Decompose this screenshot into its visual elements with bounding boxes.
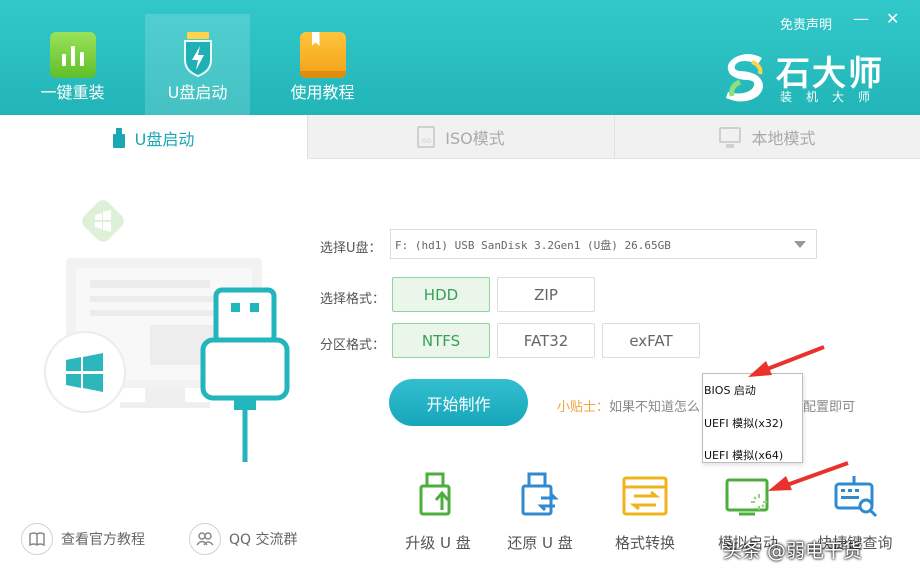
iso-file-icon: [417, 126, 436, 148]
chevron-down-icon: [794, 241, 806, 248]
tab-label: ISO模式: [445, 129, 505, 148]
tab-label: U盘启动: [134, 129, 195, 149]
shield-bolt-icon: [183, 32, 212, 77]
watermark: 头条 @弱电干货: [723, 540, 863, 562]
tab-local-mode[interactable]: 本地模式: [614, 115, 920, 159]
nav-one-key-reinstall[interactable]: 一键重装: [20, 18, 125, 115]
tool-format-convert[interactable]: 格式转换: [600, 470, 690, 552]
close-button[interactable]: ✕: [886, 10, 899, 28]
minimize-button[interactable]: —: [853, 10, 869, 28]
group-icon: [189, 523, 221, 555]
usb-upgrade-icon: [419, 472, 451, 516]
qq-group-label: QQ 交流群: [229, 532, 298, 548]
mode-tabbar: U盘启动 ISO模式 本地模式: [0, 115, 920, 160]
usb-icon: [112, 127, 125, 148]
format-label: 选择格式：: [320, 292, 386, 307]
tool-upgrade-usb[interactable]: 升级 U 盘: [393, 470, 483, 552]
partition-option-fat32[interactable]: FAT32: [497, 323, 595, 358]
tab-usb-boot[interactable]: U盘启动: [0, 115, 307, 160]
tool-label: 升级 U 盘: [405, 534, 471, 552]
windows-logo-icon: [44, 331, 126, 413]
disclaimer-link[interactable]: 免责声明: [780, 14, 832, 33]
tip-text: 小贴士：如果不知道怎么: [557, 396, 700, 415]
nav-label: 使用教程: [290, 83, 355, 102]
format-option-zip[interactable]: ZIP: [497, 277, 595, 312]
partition-option-exfat[interactable]: exFAT: [602, 323, 700, 358]
red-arrow-icon: [748, 345, 825, 377]
tool-label: 格式转换: [614, 534, 675, 552]
menu-item-bios-boot[interactable]: BIOS 启动: [704, 382, 756, 398]
book-open-icon: [21, 523, 53, 555]
brand: 石大师 装机大师: [722, 48, 902, 108]
book-icon: [299, 32, 346, 78]
usb-illustration: [44, 200, 290, 462]
boot-mode-menu: BIOS 启动 UEFI 模拟(x32) UEFI 模拟(x64): [702, 373, 803, 463]
bar-chart-icon: [49, 32, 96, 78]
nav-label: 一键重装: [40, 83, 105, 102]
nav-tutorial[interactable]: 使用教程: [270, 18, 375, 115]
tab-iso-mode[interactable]: ISO模式: [307, 115, 614, 159]
tab-label: 本地模式: [751, 129, 816, 148]
partition-label: 分区格式：: [320, 338, 386, 353]
start-make-button[interactable]: 开始制作: [389, 379, 528, 426]
monitor-icon: [719, 127, 742, 148]
tip-key: 小贴士：: [557, 400, 610, 415]
format-option-hdd[interactable]: HDD: [392, 277, 490, 312]
tool-restore-usb[interactable]: 还原 U 盘: [495, 470, 585, 552]
official-tutorial-label: 查看官方教程: [61, 532, 145, 548]
tip-tail: 配置即可: [803, 400, 856, 415]
usb-restore-icon: [521, 472, 559, 516]
nav-usb-boot[interactable]: U盘启动: [145, 14, 250, 115]
usb-stick-icon: [200, 287, 290, 462]
official-tutorial-link[interactable]: 查看官方教程: [21, 522, 145, 556]
windows-badge-small-icon: [82, 200, 124, 242]
usb-drive-select[interactable]: F: (hd1) USB SanDisk 3.2Gen1 (U盘) 26.65G…: [390, 229, 817, 259]
app-header: 一键重装 U盘启动 使用教程 免责声明 — ✕ 石大师 装机大师: [0, 0, 920, 115]
qq-group-link[interactable]: QQ 交流群: [189, 522, 298, 556]
nav-label: U盘启动: [167, 83, 228, 102]
red-arrow-icon: [768, 461, 849, 491]
usb-drive-value: F: (hd1) USB SanDisk 3.2Gen1 (U盘) 26.65G…: [395, 239, 671, 252]
brand-logo-icon: [726, 54, 763, 102]
partition-option-ntfs[interactable]: NTFS: [392, 323, 490, 358]
format-convert-icon: [622, 476, 668, 516]
brand-subtitle: 装机大师: [780, 90, 885, 104]
usb-select-label: 选择U盘：: [320, 241, 382, 256]
tool-label: 还原 U 盘: [507, 534, 573, 552]
menu-item-uefi-x32[interactable]: UEFI 模拟(x32): [704, 415, 783, 431]
tip-body: 如果不知道怎么: [609, 400, 701, 415]
